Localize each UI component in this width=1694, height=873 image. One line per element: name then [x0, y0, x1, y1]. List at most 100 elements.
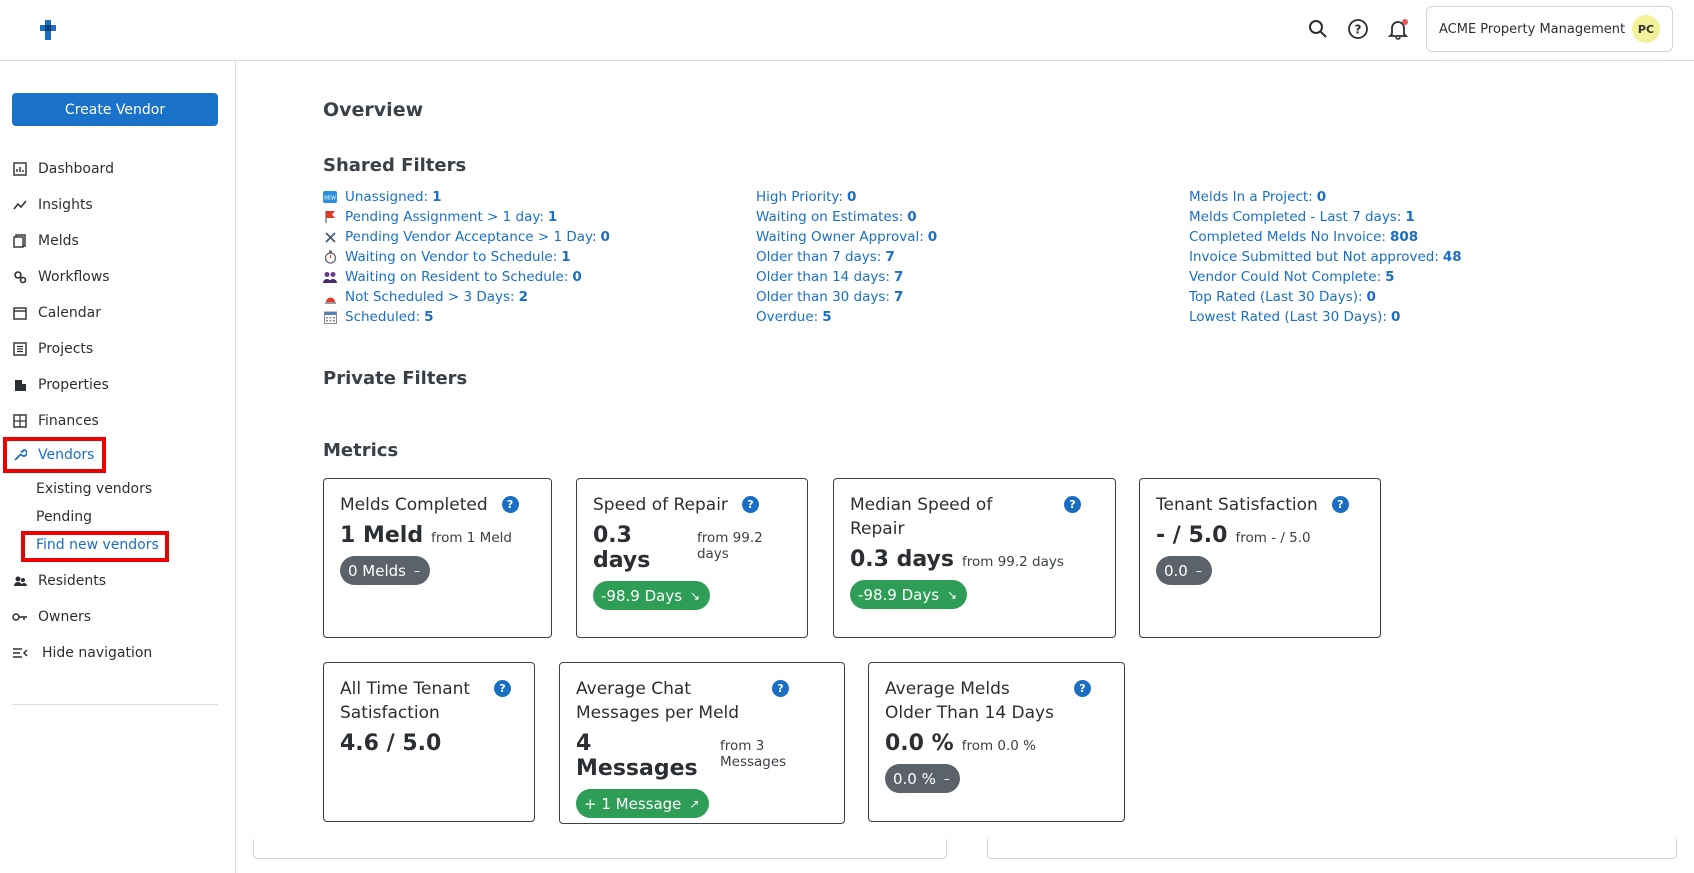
- sidebar-item-melds[interactable]: Melds: [12, 228, 79, 254]
- filter-overdue[interactable]: Overdue: 5: [756, 307, 937, 327]
- metric-title: All Time Tenant Satisfaction: [340, 679, 471, 723]
- metric-value: - / 5.0: [1156, 523, 1228, 548]
- help-icon[interactable]: ?: [741, 496, 759, 513]
- help-icon[interactable]: ?: [1331, 496, 1349, 513]
- filter-label: Waiting on Estimates:: [756, 209, 904, 225]
- filter-unassigned[interactable]: NEW Unassigned: 1: [323, 187, 610, 207]
- help-icon[interactable]: ?: [772, 680, 789, 697]
- projects-icon: [12, 341, 28, 357]
- calendar-icon: [12, 305, 28, 321]
- sidebar-item-insights[interactable]: Insights: [12, 192, 93, 218]
- sidebar-divider: [12, 704, 218, 705]
- sidebar-subitem-existing-vendors[interactable]: Existing vendors: [36, 481, 152, 497]
- sidebar-item-label: Projects: [38, 341, 94, 357]
- help-icon[interactable]: ?: [1064, 496, 1081, 513]
- filter-older-7-days[interactable]: Older than 7 days: 7: [756, 247, 937, 267]
- shared-filters-column-2: High Priority: 0 Waiting on Estimates: 0 W…: [756, 187, 937, 327]
- filter-label: Scheduled:: [345, 309, 421, 325]
- trend-up-icon: ↗: [689, 796, 700, 811]
- search-icon[interactable]: [1306, 17, 1330, 41]
- filter-pending-vendor-acceptance[interactable]: Pending Vendor Acceptance > 1 Day: 0: [323, 227, 610, 247]
- metric-from: from 99.2 days: [961, 554, 1064, 570]
- filter-label: Waiting Owner Approval:: [756, 229, 924, 245]
- metric-title: Median Speed of Repair: [850, 495, 993, 539]
- metric-value: 0.3 days: [850, 547, 954, 572]
- metrics-heading: Metrics: [323, 440, 399, 461]
- dash-icon: –: [1195, 563, 1202, 578]
- metric-value: 4 Messages: [576, 731, 698, 781]
- help-icon[interactable]: ?: [1346, 17, 1370, 41]
- filter-older-14-days[interactable]: Older than 14 days: 7: [756, 267, 937, 287]
- metric-card-median-speed-of-repair: Median Speed of Repair? 0.3 days from 99.…: [833, 478, 1116, 638]
- filter-count: 0: [927, 229, 938, 245]
- sidebar-item-properties[interactable]: Properties: [12, 372, 109, 398]
- filter-count: 7: [893, 289, 904, 305]
- sidebar-subitem-pending[interactable]: Pending: [36, 509, 92, 525]
- sidebar-item-dashboard[interactable]: Dashboard: [12, 156, 114, 182]
- create-vendor-button[interactable]: Create Vendor: [12, 93, 218, 126]
- filter-top-rated[interactable]: Top Rated (Last 30 Days): 0: [1189, 287, 1462, 307]
- filter-not-scheduled[interactable]: Not Scheduled > 3 Days: 2: [323, 287, 610, 307]
- sidebar-item-finances[interactable]: Finances: [12, 408, 99, 434]
- filter-label: High Priority:: [756, 189, 843, 205]
- filter-completed-no-invoice[interactable]: Completed Melds No Invoice: 808: [1189, 227, 1462, 247]
- sidebar-item-label: Properties: [38, 377, 109, 393]
- filter-waiting-owner-approval[interactable]: Waiting Owner Approval: 0: [756, 227, 937, 247]
- filter-waiting-resident-schedule[interactable]: Waiting on Resident to Schedule: 0: [323, 267, 610, 287]
- sidebar-item-workflows[interactable]: Workflows: [12, 264, 110, 290]
- filter-count: 1: [432, 189, 442, 205]
- filter-waiting-estimates[interactable]: Waiting on Estimates: 0: [756, 207, 937, 227]
- alarm-icon: [323, 290, 337, 304]
- sidebar-item-label: Hide navigation: [42, 645, 153, 661]
- svg-text:NEW: NEW: [324, 196, 336, 202]
- filter-melds-completed-7-days[interactable]: Melds Completed - Last 7 days: 1: [1189, 207, 1462, 227]
- filter-count: 808: [1389, 229, 1419, 245]
- filter-older-30-days[interactable]: Older than 30 days: 7: [756, 287, 937, 307]
- filter-melds-in-project[interactable]: Melds In a Project: 0: [1189, 187, 1462, 207]
- sidebar-subitem-find-new-vendors[interactable]: Find new vendors: [36, 537, 159, 553]
- metric-title: Tenant Satisfaction: [1156, 495, 1318, 515]
- filter-count: 5: [822, 309, 832, 325]
- metric-card-all-time-tenant-satisfaction: All Time Tenant Satisfaction? 4.6 / 5.0: [323, 662, 535, 822]
- sidebar-item-owners[interactable]: Owners: [12, 604, 91, 630]
- filter-lowest-rated[interactable]: Lowest Rated (Last 30 Days): 0: [1189, 307, 1462, 327]
- filter-pending-assignment[interactable]: Pending Assignment > 1 day: 1: [323, 207, 610, 227]
- sidebar-item-vendors[interactable]: Vendors: [12, 442, 94, 468]
- filter-count: 0: [600, 229, 610, 245]
- account-switcher[interactable]: ACME Property Management PC: [1426, 6, 1673, 52]
- sidebar-item-projects[interactable]: Projects: [12, 336, 93, 362]
- shared-filters-heading: Shared Filters: [323, 155, 467, 176]
- shared-filters-column-3: Melds In a Project: 0 Melds Completed - L…: [1189, 187, 1462, 327]
- calendar-icon: [323, 310, 337, 324]
- sidebar-item-label: Workflows: [38, 269, 110, 285]
- workflows-icon: [12, 269, 28, 285]
- app-logo[interactable]: [36, 18, 60, 42]
- filter-label: Waiting on Vendor to Schedule:: [345, 249, 558, 265]
- metric-value: 0.3 days: [593, 523, 651, 573]
- filter-count: 0: [1366, 289, 1376, 305]
- filter-waiting-vendor-schedule[interactable]: Waiting on Vendor to Schedule: 1: [323, 247, 610, 267]
- filter-count: 7: [893, 269, 904, 285]
- filter-invoice-not-approved[interactable]: Invoice Submitted but Not approved: 48: [1189, 247, 1462, 267]
- sidebar-item-residents[interactable]: Residents: [12, 568, 106, 594]
- filter-vendor-could-not-complete[interactable]: Vendor Could Not Complete: 5: [1189, 267, 1462, 287]
- filter-count: 1: [561, 249, 571, 265]
- filter-count: 0: [846, 189, 857, 205]
- metric-value: 1 Meld: [340, 523, 424, 548]
- notification-bell-icon[interactable]: [1386, 17, 1410, 41]
- help-icon[interactable]: ?: [501, 496, 519, 513]
- metric-card-average-chat-messages: Average Chat Messages per Meld? 4 Messag…: [559, 662, 845, 824]
- top-bar: ? ACME Property Management PC: [0, 0, 1694, 61]
- filter-scheduled[interactable]: Scheduled: 5: [323, 307, 610, 327]
- metric-change-label: -98.9 Days: [601, 586, 683, 605]
- filter-high-priority[interactable]: High Priority: 0: [756, 187, 937, 207]
- sidebar-item-calendar[interactable]: Calendar: [12, 300, 101, 326]
- help-icon[interactable]: ?: [1074, 680, 1091, 697]
- hide-navigation-button[interactable]: Hide navigation: [12, 640, 152, 666]
- filter-label: Invoice Submitted but Not approved:: [1189, 249, 1439, 265]
- hide-navigation-icon: [12, 645, 28, 661]
- filter-label: Not Scheduled > 3 Days:: [345, 289, 515, 305]
- filter-count: 5: [424, 309, 434, 325]
- help-icon[interactable]: ?: [494, 680, 511, 697]
- sidebar-item-label: Melds: [38, 233, 79, 249]
